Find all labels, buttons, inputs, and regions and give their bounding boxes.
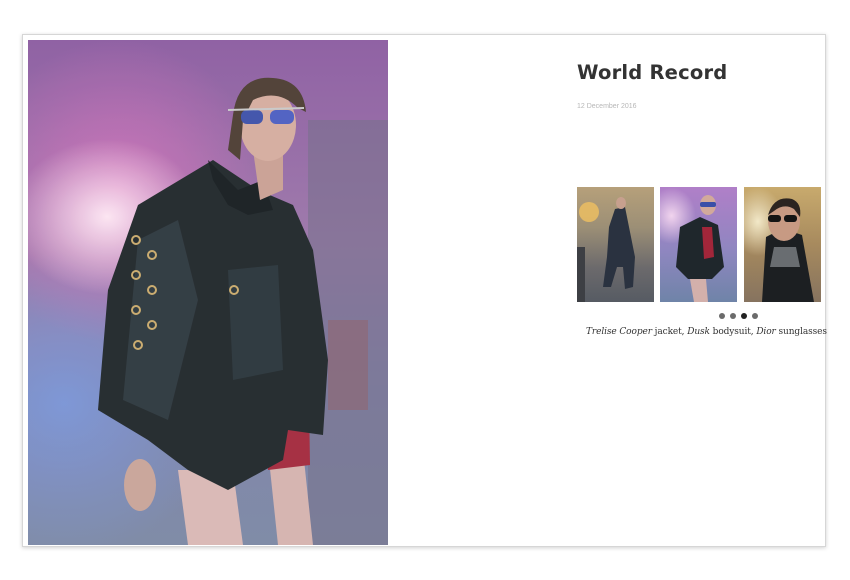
model-in-sunglasses-photo <box>762 198 814 302</box>
article-date: 12 December 2016 <box>577 103 637 110</box>
caption-brand-3: Dior <box>756 327 776 337</box>
carousel-dots <box>719 313 763 321</box>
model-in-coat-photo <box>577 197 635 302</box>
photo-caption: Trelise Cooper jacket, Dusk bodysuit, Di… <box>586 327 827 337</box>
gallery-thumbnail-2[interactable] <box>660 187 737 302</box>
gallery-thumbnail-3[interactable] <box>744 187 821 302</box>
caption-brand-2: Dusk <box>687 327 710 337</box>
thumbnail-gallery <box>577 187 821 303</box>
hero-photo[interactable] <box>28 40 388 545</box>
carousel-dot-1[interactable] <box>719 313 725 319</box>
article-title: World Record <box>577 61 728 84</box>
carousel-dot-3[interactable] <box>741 313 747 319</box>
caption-item-1: jacket, <box>651 327 688 337</box>
gallery-thumbnail-1[interactable] <box>577 187 654 302</box>
caption-item-2: bodysuit, <box>709 327 757 337</box>
carousel-dot-4[interactable] <box>752 313 758 319</box>
hero-photo-illustration <box>28 40 388 545</box>
carousel-dot-2[interactable] <box>730 313 736 319</box>
caption-brand-1: Trelise Cooper <box>586 327 652 337</box>
caption-item-3: sunglasses <box>775 327 827 337</box>
model-in-leather-jacket-photo <box>676 195 724 302</box>
